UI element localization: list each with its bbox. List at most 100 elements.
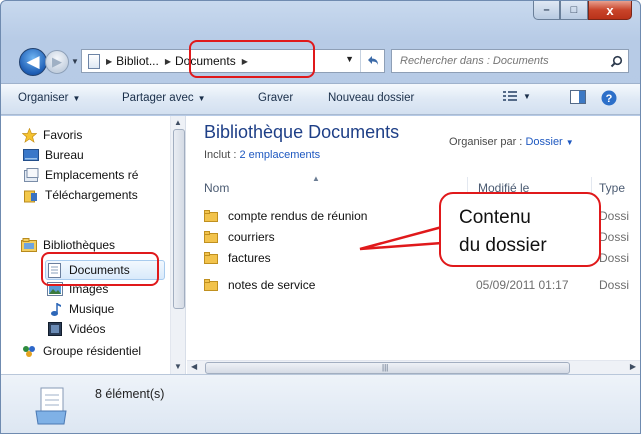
back-button[interactable]: ◀ [19,48,47,76]
sidebar-item-music[interactable]: Musique [47,300,114,318]
folder-icon [204,279,218,291]
scroll-down-icon[interactable]: ▼ [174,362,182,371]
navigation-scrollbar[interactable]: ▲ ▼ [170,116,185,374]
help-button[interactable]: ? [601,90,617,106]
sort-arrow-icon: ▲ [312,174,320,183]
close-button[interactable]: x [588,1,632,20]
scrollbar-thumb[interactable] [173,129,185,309]
music-icon [47,301,63,317]
sidebar-item-downloads[interactable]: Téléchargements [23,186,138,204]
forward-button[interactable]: ▶ [45,50,69,74]
recent-pages-dropdown-icon[interactable]: ▼ [71,57,79,66]
file-name: factures [228,251,271,265]
arrange-by-value: Dossier [525,136,563,148]
new-folder-button[interactable]: Nouveau dossier [328,92,414,104]
command-bar: Organiser ▼ Partager avec ▼ Graver Nouve… [1,83,640,115]
preview-pane-icon [570,90,586,104]
file-type: Dossi [599,251,630,265]
chevron-down-icon: ▼ [72,93,81,103]
breadcrumb-libraries[interactable]: Bibliot... [116,54,159,68]
burn-label: Graver [258,92,294,104]
arrange-by-label: Organiser par : [449,136,523,148]
refresh-icon[interactable] [360,50,384,72]
scrollbar-thumb[interactable]: ||| [205,362,570,374]
navigation-pane: Favoris Bureau Emplacements ré Télécharg… [1,116,186,374]
search-icon[interactable] [608,53,624,69]
videos-icon [47,321,63,337]
item-count: 8 élément(s) [95,387,165,401]
scroll-up-icon[interactable]: ▲ [174,118,182,127]
burn-button[interactable]: Graver [258,92,293,104]
view-list-icon [503,91,517,101]
svg-text:?: ? [606,93,613,105]
library-includes: Inclut : 2 emplacements [204,149,320,161]
help-icon: ? [601,90,617,106]
preview-pane-button[interactable] [570,90,586,104]
recent-places-icon [23,167,39,183]
includes-locations-link[interactable]: 2 emplacements [239,149,320,161]
documents-library-icon [35,387,67,425]
sidebar-item-label: Groupe résidentiel [43,344,142,358]
file-row[interactable]: notes de service 05/09/2011 01:17 Dossi [204,275,640,295]
includes-label: Inclut : [204,149,237,161]
file-date: 05/09/2011 01:17 [476,278,569,292]
folder-icon [204,210,218,222]
address-history-dropdown-icon[interactable]: ▼ [345,54,354,64]
breadcrumb-separator-icon[interactable]: ▶ [106,57,112,66]
search-input[interactable] [400,55,600,67]
sidebar-item-favorites[interactable]: Favoris [21,126,82,144]
library-icon [88,53,100,69]
downloads-folder-icon [23,187,39,203]
sidebar-item-recent-places[interactable]: Emplacements ré [23,166,138,184]
sidebar-item-label: Favoris [43,128,83,142]
scrollbar-grip-icon: ||| [382,363,389,372]
sidebar-item-label: Emplacements ré [45,168,139,182]
annotation-callout: Contenu du dossier [439,192,601,267]
window-caption-buttons: – □ x [533,1,632,22]
maximize-button[interactable]: □ [560,1,588,20]
column-header-label: Type [599,181,626,195]
sidebar-item-label: Bureau [45,148,84,162]
sidebar-item-label: Musique [69,302,115,316]
column-header-type[interactable]: Type [599,177,625,199]
address-highlight-box [189,40,315,78]
callout-line-2: du dossier [459,235,547,256]
sidebar-item-videos[interactable]: Vidéos [47,320,105,338]
sidebar-item-label: Téléchargements [45,188,138,202]
share-with-menu[interactable]: Partager avec ▼ [122,92,206,104]
sidebar-item-label: Vidéos [69,322,106,336]
minimize-button[interactable]: – [533,1,560,20]
folder-icon [204,231,218,243]
scroll-left-icon[interactable]: ◀ [191,362,197,371]
breadcrumb-separator-icon[interactable]: ▶ [165,57,171,66]
homegroup-icon [21,343,37,359]
chevron-down-icon: ▼ [565,138,574,147]
search-field[interactable] [391,49,629,73]
share-with-label: Partager avec [122,92,194,104]
details-pane: 8 élément(s) [1,374,640,433]
arrange-by-dropdown[interactable]: Dossier ▼ [525,136,573,148]
explorer-window: – □ x ◀ ▶ ▼ ▶ Bibliot... ▶ Documents ▶ ▼ [0,0,641,434]
file-type: Dossi [599,230,630,244]
sidebar-item-desktop[interactable]: Bureau [23,146,84,164]
content-horizontal-scrollbar[interactable]: ◀ ||| ▶ [187,360,640,374]
file-name: compte rendus de réunion [228,209,368,223]
folder-icon [204,252,218,264]
callout-pointer [359,225,443,251]
sidebar-item-homegroup[interactable]: Groupe résidentiel [21,342,141,360]
library-title: Bibliothèque Documents [204,122,400,142]
callout-line-1: Contenu [459,207,531,228]
file-type: Dossi [599,278,630,292]
organize-label: Organiser [18,92,69,104]
new-folder-label: Nouveau dossier [328,92,415,104]
column-header-name[interactable]: Nom [204,177,229,199]
chevron-down-icon: ▼ [523,91,531,101]
file-name: notes de service [228,278,316,292]
chevron-down-icon: ▼ [197,93,206,103]
organize-menu[interactable]: Organiser ▼ [18,92,80,104]
sidebar-item-label: Bibliothèques [43,238,116,252]
libraries-icon [21,237,37,253]
scroll-right-icon[interactable]: ▶ [630,362,636,371]
star-icon [21,127,37,143]
view-options-button[interactable]: ▼ [503,90,531,102]
